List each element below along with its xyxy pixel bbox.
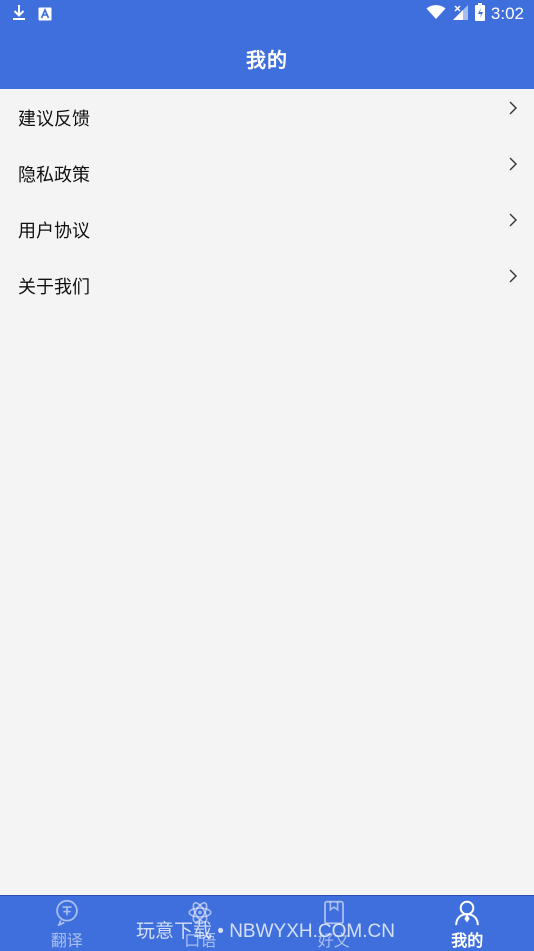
translate-icon — [52, 899, 82, 926]
wifi-icon — [426, 4, 446, 24]
menu-item-label: 用户协议 — [18, 217, 90, 243]
chevron-right-icon — [508, 101, 518, 115]
app-bar: 我的 — [0, 28, 534, 89]
tab-translate[interactable]: 翻译 — [0, 896, 134, 951]
tab-label: 翻译 — [51, 927, 83, 951]
chevron-right-icon — [508, 157, 518, 171]
download-icon — [12, 4, 26, 26]
signal-icon — [452, 4, 469, 25]
page-title: 我的 — [246, 44, 288, 73]
menu-item-user-agreement[interactable]: 用户协议 — [0, 201, 534, 257]
menu-item-label: 建议反馈 — [18, 105, 90, 131]
status-time: 3:02 — [491, 4, 524, 24]
menu-item-about-us[interactable]: 关于我们 — [0, 257, 534, 313]
battery-icon — [475, 3, 485, 25]
menu-item-label: 关于我们 — [18, 273, 90, 299]
status-bar: 3:02 — [0, 0, 534, 28]
settings-menu: 建议反馈 隐私政策 用户协议 关于我们 — [0, 89, 534, 313]
tab-mine[interactable]: 我的 — [401, 896, 534, 951]
tab-label: 我的 — [451, 927, 483, 951]
keyboard-a-icon — [38, 6, 52, 25]
chevron-right-icon — [508, 269, 518, 283]
menu-item-feedback[interactable]: 建议反馈 — [0, 89, 534, 145]
user-icon — [452, 899, 482, 926]
menu-item-label: 隐私政策 — [18, 161, 90, 187]
watermark-text: 玩意下载 • NBWYXH.COM.CN — [136, 916, 395, 943]
chevron-right-icon — [508, 213, 518, 227]
menu-item-privacy-policy[interactable]: 隐私政策 — [0, 145, 534, 201]
